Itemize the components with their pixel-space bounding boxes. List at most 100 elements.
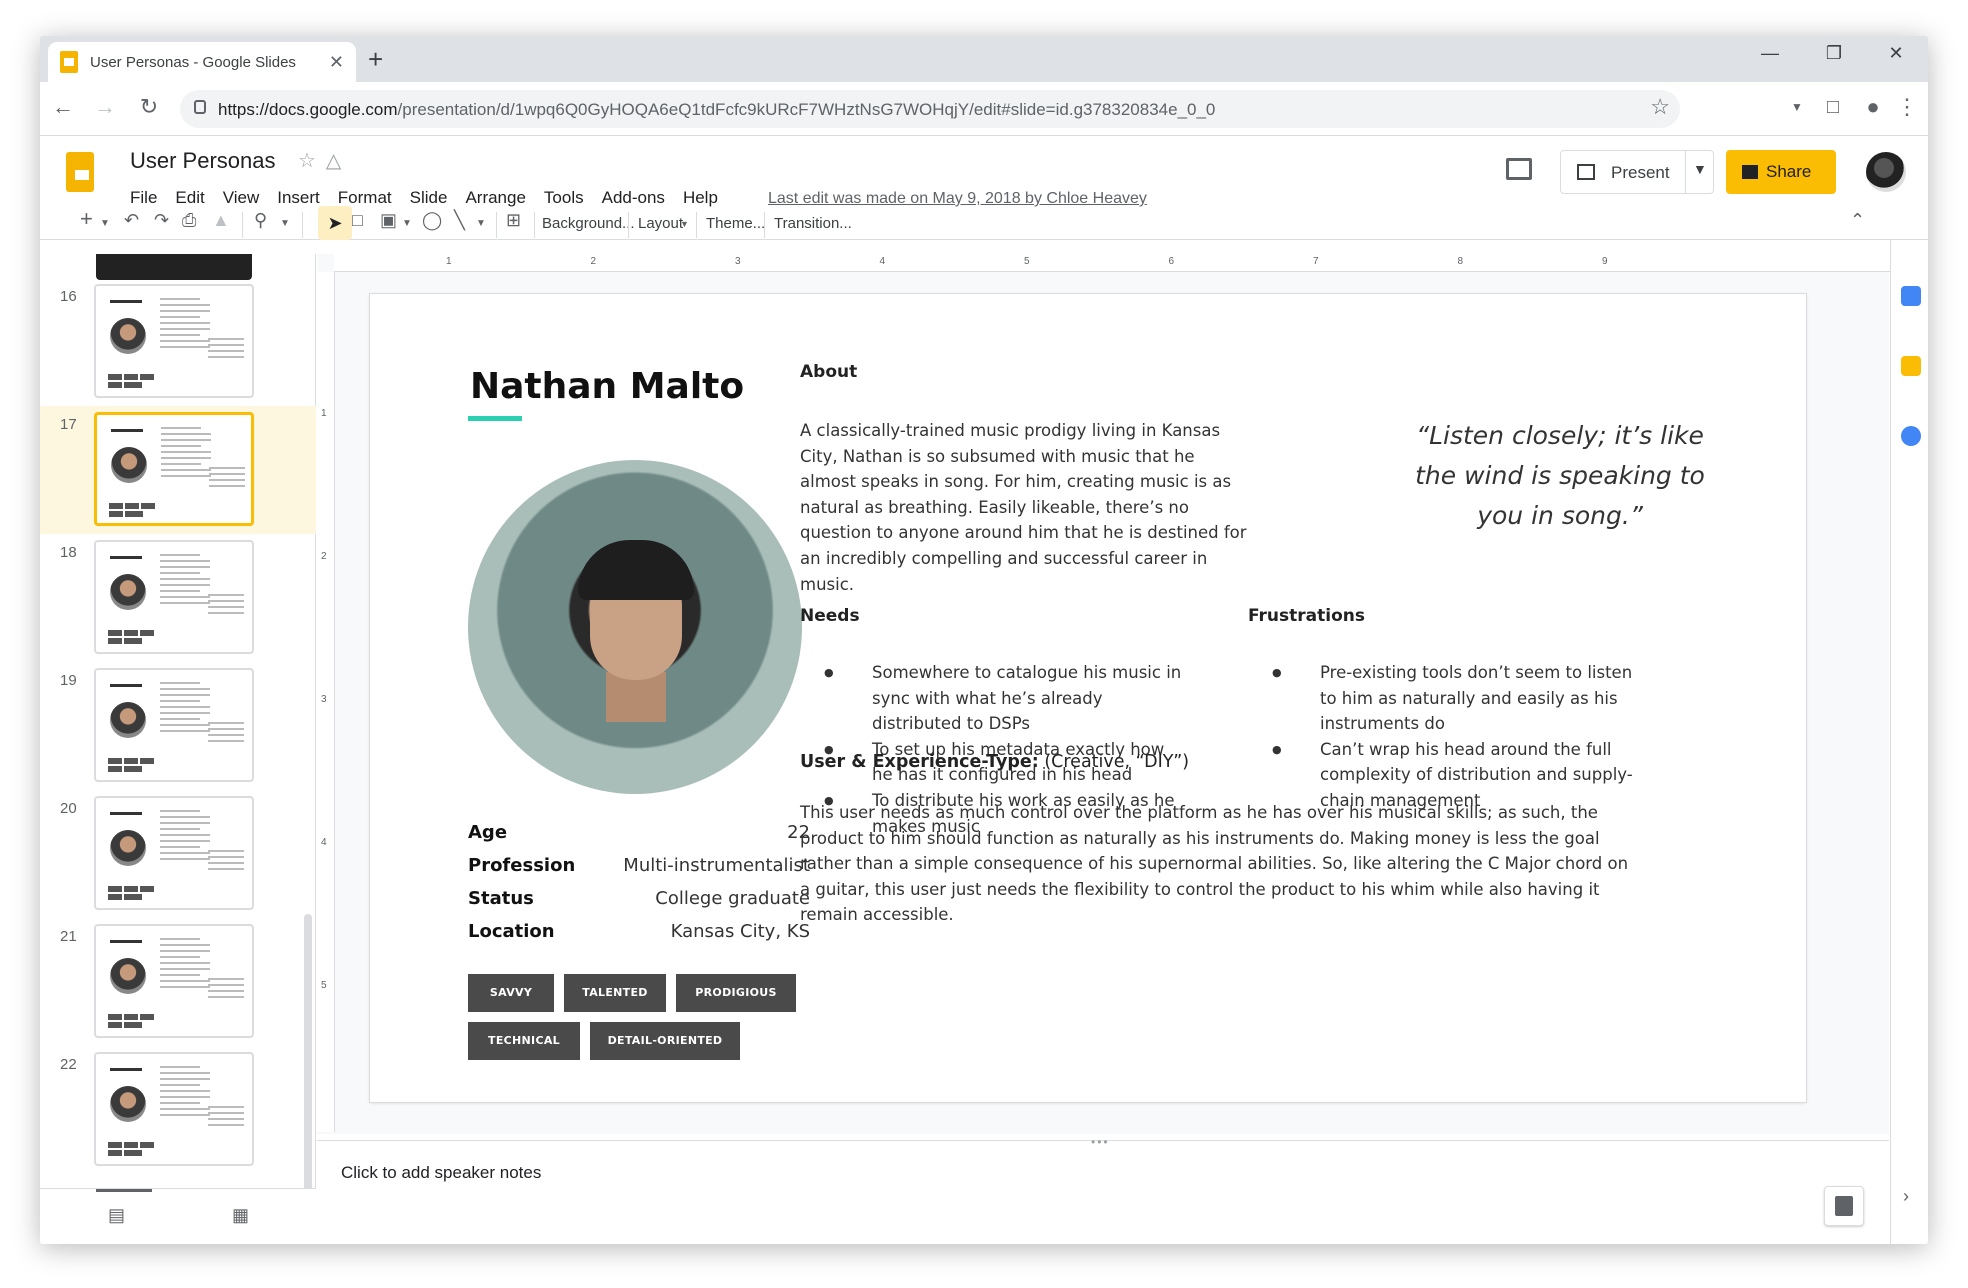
stat-row-location[interactable]: Location Kansas City, KS [468, 921, 810, 951]
restore-button[interactable]: ❐ [1804, 36, 1864, 70]
keep-icon[interactable] [1901, 356, 1921, 376]
slide-thumbnail-row[interactable]: 22 [40, 1046, 316, 1174]
tag-savvy[interactable]: SAVVY [468, 974, 554, 1012]
toolbar-divider [302, 212, 303, 238]
filmstrip-scrollbar[interactable] [304, 914, 312, 1214]
collapse-toolbar-icon[interactable]: ⌃ [1850, 210, 1865, 231]
slide-thumbnail-partial[interactable] [96, 254, 252, 280]
persona-name[interactable]: Nathan Malto [470, 366, 744, 407]
close-window-button[interactable]: ✕ [1866, 36, 1926, 70]
address-bar[interactable]: https://docs.google.com/presentation/d/1… [180, 90, 1680, 128]
slide-thumbnail[interactable] [94, 668, 254, 782]
persona-portrait[interactable] [468, 460, 802, 794]
profile-icon[interactable]: ● [1856, 90, 1890, 124]
shape-icon[interactable]: ◯ [422, 210, 442, 231]
zoom-icon[interactable]: ⚲ [254, 210, 267, 231]
background-button[interactable]: Background... [542, 215, 635, 232]
tab-close-icon[interactable]: ✕ [329, 52, 344, 73]
adblock-extension-icon[interactable]: ABP [1744, 96, 1768, 120]
thumbnail-text-line [209, 485, 245, 487]
expand-panel-icon[interactable]: › [1903, 1186, 1909, 1207]
tag-talented[interactable]: TALENTED [564, 974, 666, 1012]
horizontal-ruler[interactable]: 1 2 3 4 5 6 7 8 9 [334, 254, 1890, 272]
thumbnail-text-line [160, 834, 210, 836]
new-slide-dropdown-icon[interactable]: ▼ [100, 218, 110, 229]
needs-heading[interactable]: Needs [800, 606, 860, 626]
extension-t-icon[interactable]: T [1704, 96, 1728, 120]
undo-icon[interactable]: ↶ [124, 210, 139, 231]
about-heading[interactable]: About [800, 362, 857, 382]
thumbnail-text-line [208, 734, 244, 736]
google-slides-logo-icon[interactable] [66, 152, 94, 192]
speaker-notes-placeholder[interactable]: Click to add speaker notes [341, 1163, 541, 1183]
new-slide-icon[interactable]: + [80, 206, 93, 232]
ux-description[interactable]: This user needs as much control over the… [800, 800, 1640, 928]
slide-thumbnail[interactable] [94, 284, 254, 398]
slide-thumbnail-row[interactable]: 17 [40, 406, 316, 534]
slide-canvas[interactable]: Nathan Malto Age 22 Profession Multi-ins… [370, 294, 1806, 1102]
tag-technical[interactable]: TECHNICAL [468, 1022, 580, 1060]
comments-icon[interactable] [1506, 158, 1532, 180]
back-arrow-icon[interactable]: ← [46, 90, 80, 124]
line-dropdown-icon[interactable]: ▼ [476, 218, 486, 229]
explore-icon[interactable] [1824, 1186, 1864, 1226]
line-icon[interactable]: ╲ [454, 210, 465, 231]
redo-icon[interactable]: ↷ [154, 210, 169, 231]
layout-dropdown-icon[interactable]: ▼ [680, 219, 689, 229]
text-box-icon[interactable]: □ [352, 210, 363, 231]
frustrations-list[interactable]: Pre-existing tools don’t seem to listen … [1248, 660, 1644, 814]
slide-thumbnail-row[interactable]: 21 [40, 918, 316, 1046]
stat-row-age[interactable]: Age 22 [468, 822, 810, 852]
transition-button[interactable]: Transition... [774, 215, 852, 232]
extension-menu-icon[interactable]: ▼ [1780, 90, 1814, 124]
calendar-icon[interactable] [1901, 286, 1921, 306]
minimize-button[interactable]: — [1740, 36, 1800, 70]
star-and-move-icons[interactable]: ☆△ [298, 148, 351, 173]
add-comment-icon[interactable]: ⊞ [506, 210, 521, 231]
slide-thumbnail-row[interactable]: 19 [40, 662, 316, 790]
vertical-ruler[interactable]: 1 2 3 4 5 [317, 272, 335, 1132]
stat-row-profession[interactable]: Profession Multi-instrumentalist [468, 855, 810, 885]
theme-button[interactable]: Theme... [706, 215, 765, 232]
slide-thumbnail[interactable] [94, 924, 254, 1038]
present-dropdown-icon[interactable]: ▼ [1693, 161, 1707, 177]
document-title[interactable]: User Personas [130, 148, 276, 174]
slide-thumbnail[interactable] [94, 540, 254, 654]
grid-view-icon[interactable]: ▦ [232, 1205, 249, 1226]
forward-arrow-icon[interactable]: → [88, 90, 122, 124]
stat-row-status[interactable]: Status College graduate [468, 888, 810, 918]
frustrations-heading[interactable]: Frustrations [1248, 606, 1365, 626]
slide-thumbnail[interactable] [94, 796, 254, 910]
present-button[interactable]: Present ▼ [1560, 150, 1714, 194]
reload-icon[interactable]: ↻ [132, 90, 166, 124]
persona-quote[interactable]: “Listen closely; it’s like the wind is s… [1400, 416, 1720, 536]
select-cursor-icon[interactable]: ➤ [318, 206, 352, 240]
share-button[interactable]: Share [1726, 150, 1836, 194]
layout-button[interactable]: Layout [638, 215, 683, 232]
page-icon[interactable]: □ [1816, 90, 1850, 124]
speaker-notes[interactable]: ••• Click to add speaker notes [317, 1135, 1889, 1244]
filmstrip-view-icon[interactable]: ▤ [108, 1205, 125, 1226]
user-experience-type[interactable]: User & Experience-Type: (Creative, “DIY”… [800, 752, 1189, 772]
account-avatar[interactable] [1866, 152, 1906, 192]
tag-detail-oriented[interactable]: DETAIL-ORIENTED [590, 1022, 740, 1060]
image-icon[interactable]: ▣ [380, 210, 397, 231]
slide-thumbnail[interactable] [94, 1052, 254, 1166]
tag-prodigious[interactable]: PRODIGIOUS [676, 974, 796, 1012]
bookmark-star-icon[interactable]: ☆ [1650, 94, 1670, 120]
slide-thumbnail-row[interactable]: 16 [40, 278, 316, 406]
browser-menu-icon[interactable]: ⋮ [1890, 90, 1924, 124]
image-dropdown-icon[interactable]: ▼ [402, 218, 412, 229]
print-icon[interactable]: ⎙ [182, 210, 196, 231]
paint-format-icon[interactable]: ▲ [212, 210, 230, 231]
slide-thumbnail[interactable] [94, 412, 254, 526]
thumbnail-text-line [208, 600, 244, 602]
zoom-dropdown-icon[interactable]: ▼ [280, 218, 290, 229]
browser-tab[interactable]: User Personas - Google Slides ✕ [48, 42, 356, 82]
slide-thumbnail-row[interactable]: 18 [40, 534, 316, 662]
new-tab-button[interactable]: + [368, 42, 383, 76]
about-text[interactable]: A classically-trained music prodigy livi… [800, 418, 1250, 597]
tasks-icon[interactable] [1901, 426, 1921, 446]
notes-resize-handle-icon[interactable]: ••• [1091, 1135, 1110, 1149]
slide-thumbnail-row[interactable]: 20 [40, 790, 316, 918]
